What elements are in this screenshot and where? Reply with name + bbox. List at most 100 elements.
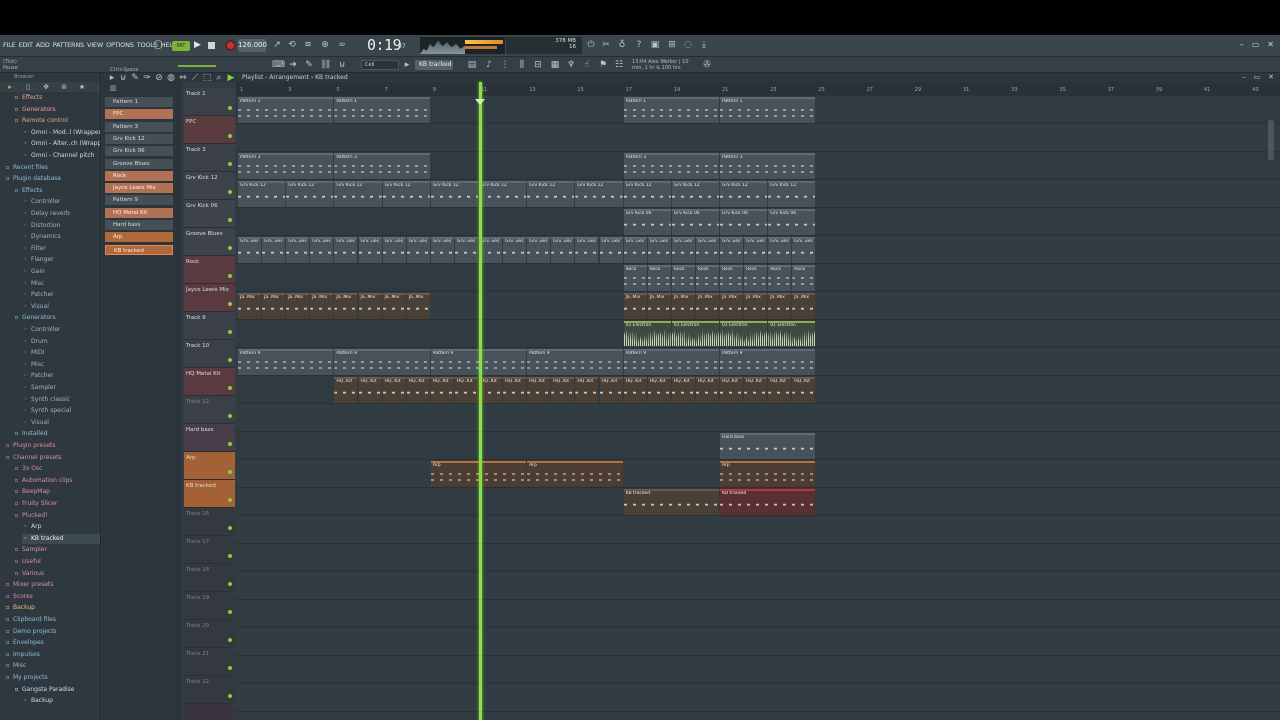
browser-item[interactable]: ▫ Plugin database — [4, 174, 100, 184]
pattern-clip[interactable]: Ja..Mix — [768, 293, 792, 319]
browser-icon[interactable]: ▦ — [550, 60, 560, 70]
track-mute-led[interactable] — [228, 330, 232, 334]
pattern-clip[interactable]: Grv..ues — [310, 237, 334, 263]
pattern-clip[interactable]: Grv Kick 06 — [671, 209, 719, 235]
pattern-clip[interactable]: HQ..Kit — [671, 377, 695, 403]
mixer-icon[interactable]: ⫼ — [517, 60, 527, 70]
track-header[interactable]: Track 17 — [184, 536, 235, 564]
channel-rack-icon[interactable]: ⋮ — [500, 60, 510, 70]
browser-tags-icon[interactable]: ⊛ — [58, 83, 70, 91]
pattern-entry[interactable]: Pattern 3 — [105, 121, 173, 132]
pattern-song-toggle[interactable]: PAT — [172, 41, 190, 51]
pattern-clip[interactable]: Grv..ues — [599, 237, 623, 263]
pattern-clip[interactable]: Pattern 9 — [527, 349, 623, 375]
track-header[interactable]: Hard bass — [184, 424, 235, 452]
pattern-entry[interactable]: Rock — [105, 170, 173, 181]
browser-item[interactable]: ▫ Recent files — [4, 163, 100, 173]
browser-item[interactable]: ◦ Visual — [22, 418, 100, 428]
pattern-clip[interactable]: 01 Electron — [623, 321, 671, 347]
pattern-clip[interactable]: Ja..Mix — [695, 293, 719, 319]
touch-icon[interactable]: ☝ — [582, 60, 592, 70]
pattern-clip[interactable]: Grv Kick 12 — [575, 181, 623, 207]
browser-item[interactable]: ◦ Visual — [22, 302, 100, 312]
pattern-clip[interactable]: Grv..ues — [575, 237, 599, 263]
pattern-entry[interactable]: Groove Blues — [105, 158, 173, 169]
browser-item[interactable]: ▫ Generators — [13, 313, 100, 323]
track-header[interactable]: FPC — [184, 116, 235, 144]
plugin-picker-icon[interactable]: ⊟ — [533, 60, 543, 70]
track-header[interactable]: Track 20 — [184, 620, 235, 648]
browser-item[interactable]: ◦ Dynamics — [22, 232, 100, 242]
pattern-entry[interactable]: FPC — [105, 109, 173, 120]
browser-item[interactable]: ▫ Clipboard files — [4, 615, 100, 625]
menu-file[interactable]: FILE — [3, 41, 16, 49]
browser-item[interactable]: ▫ Impulses — [4, 650, 100, 660]
record-button[interactable] — [225, 40, 236, 51]
tempo-display[interactable]: 126.000 — [238, 39, 267, 52]
pattern-clip[interactable]: HQ..Kit — [744, 377, 768, 403]
browser-item[interactable]: ▫ Plugin presets — [4, 441, 100, 451]
pattern-clip[interactable]: Grv..ues — [720, 237, 744, 263]
pattern-clip[interactable]: KB tracked — [623, 489, 719, 515]
pattern-clip[interactable]: Grv..ues — [454, 237, 478, 263]
browser-item[interactable]: ◦ Controller — [22, 197, 100, 207]
track-mute-led[interactable] — [228, 386, 232, 390]
pattern-clip[interactable]: HQ..Kit — [503, 377, 527, 403]
pattern-clip[interactable]: Rock — [792, 265, 816, 291]
track-header[interactable]: Track 3 — [184, 144, 235, 172]
browser-item[interactable]: ▫ Remote control — [13, 116, 100, 126]
browser-item[interactable]: ▫ Scores — [4, 592, 100, 602]
browser-item[interactable]: ▫ Plucked! — [13, 511, 100, 521]
pattern-clip[interactable]: Grv Kick 12 — [382, 181, 430, 207]
playhead-marker[interactable] — [475, 99, 485, 105]
browser-item[interactable]: ▫ Effects — [13, 93, 100, 103]
track-mute-led[interactable] — [228, 694, 232, 698]
pattern-clip[interactable]: Hard bass — [720, 433, 816, 459]
pattern-clip[interactable]: HQ..Kit — [695, 377, 719, 403]
pattern-clip[interactable]: HQ..Kit — [575, 377, 599, 403]
pattern-clip[interactable]: Grv..ues — [647, 237, 671, 263]
track-header[interactable]: Track 12 — [184, 396, 235, 424]
track-mute-led[interactable] — [228, 414, 232, 418]
pattern-clip[interactable]: Rock — [671, 265, 695, 291]
pattern-clip[interactable]: Arp — [720, 461, 816, 487]
zoom-tool-icon[interactable]: ⌕ — [214, 73, 224, 83]
pattern-clip[interactable]: Pattern 3 — [334, 153, 430, 179]
minimize-icon[interactable]: – — [1240, 40, 1244, 49]
menu-options[interactable]: OPTIONS — [106, 41, 134, 49]
loop-icon[interactable]: ⟲ — [287, 40, 297, 50]
pattern-clip[interactable]: HQ..Kit — [382, 377, 406, 403]
browser-item[interactable]: ◦ Synth special — [22, 406, 100, 416]
pattern-clip[interactable]: HQ..Kit — [479, 377, 503, 403]
pattern-clip[interactable]: 01 Electron — [768, 321, 816, 347]
pattern-clip[interactable]: Ja..Mix — [744, 293, 768, 319]
track-header[interactable]: Track 9 — [184, 312, 235, 340]
playhead[interactable] — [479, 82, 482, 720]
pattern-clip[interactable]: Pattern 9 — [720, 349, 816, 375]
pattern-clip[interactable]: Pattern 1 — [720, 97, 816, 123]
browser-item[interactable]: ◦ KB tracked — [22, 533, 100, 544]
pattern-clip[interactable]: Grv..ues — [623, 237, 647, 263]
pattern-clip[interactable]: Grv..ues — [358, 237, 382, 263]
pattern-clip[interactable]: Pattern 1 — [334, 97, 430, 123]
playlist-icon[interactable]: ▤ — [467, 60, 477, 70]
track-header[interactable]: Track 21 — [184, 648, 235, 676]
browser-item[interactable]: ◦ Controller — [22, 325, 100, 335]
pattern-entry[interactable]: Hard bass — [105, 220, 173, 230]
browser-item[interactable]: ▫ Installed — [13, 429, 100, 439]
track-mute-led[interactable] — [228, 246, 232, 250]
pattern-clip[interactable]: Rock — [768, 265, 792, 291]
arrow-right-icon-2[interactable]: ▸ — [402, 60, 412, 70]
chat-icon[interactable]: ◌ — [683, 40, 693, 50]
pattern-clip[interactable]: Pattern 3 — [623, 153, 719, 179]
download-icon[interactable]: ⤓ — [699, 40, 709, 50]
pattern-clip[interactable]: Ja..Mix — [382, 293, 406, 319]
browser-item[interactable]: ◦ Drum — [22, 337, 100, 347]
browser-item[interactable]: ◦Omni - Alter..ch (Wrapper) — [22, 139, 100, 149]
browser-item[interactable]: ▫ Misc — [4, 661, 100, 671]
pattern-clip[interactable]: Grv..ues — [382, 237, 406, 263]
browser-item[interactable]: ◦ Gain — [22, 267, 100, 277]
track-header[interactable]: KB tracked — [184, 480, 235, 508]
pattern-clip[interactable]: Ja..Mix — [792, 293, 816, 319]
track-mute-led[interactable] — [228, 666, 232, 670]
